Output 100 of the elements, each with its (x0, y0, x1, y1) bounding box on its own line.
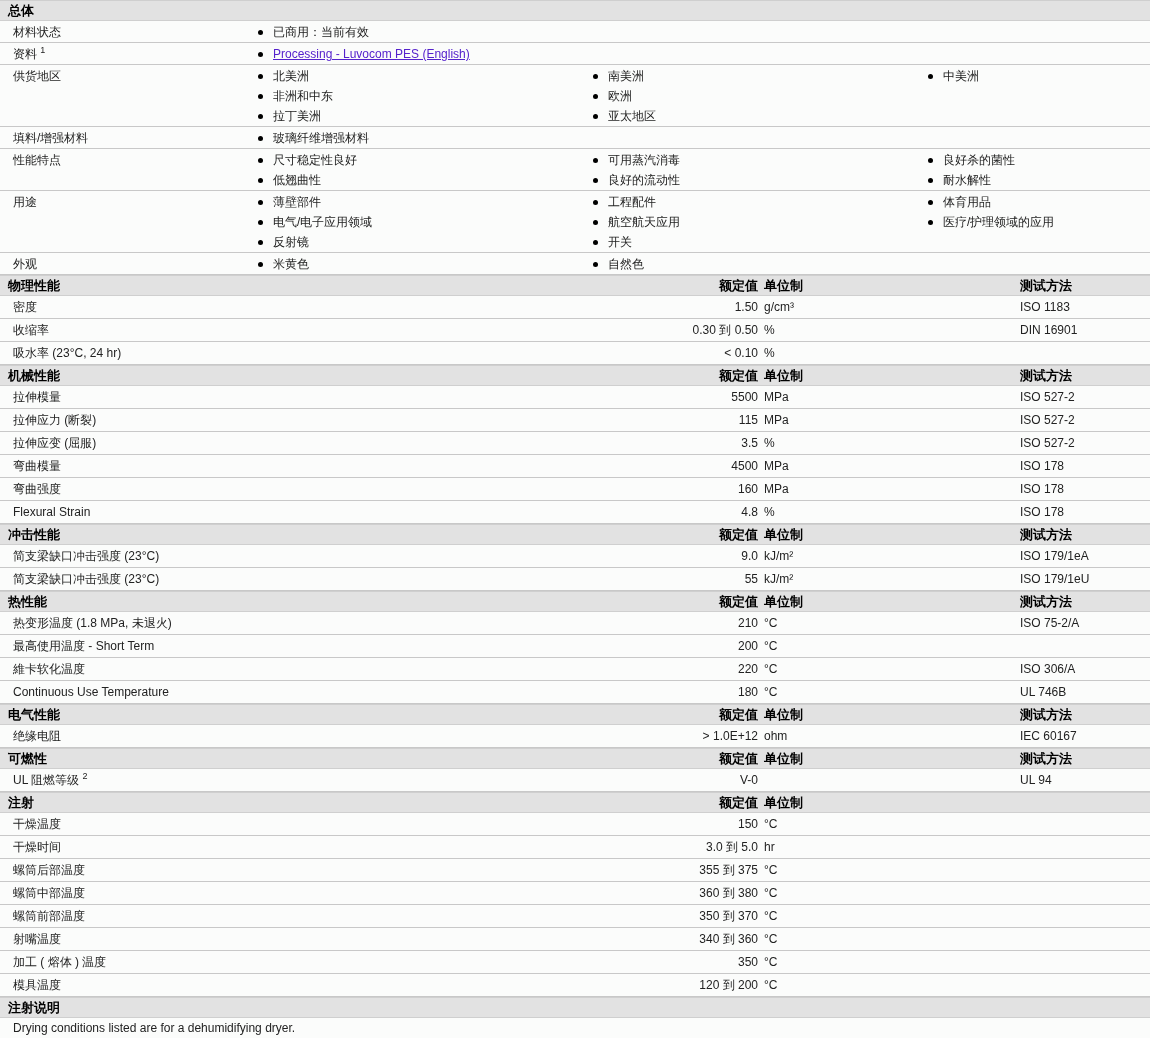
property-label: 热变形温度 (1.8 MPa, 未退火) (12, 615, 172, 631)
section-title: 电气性能 (8, 706, 60, 724)
bullet-icon (593, 73, 598, 79)
property-value: 3.0 到 5.0 (705, 839, 758, 855)
property-label: 资料 $^{1}$ (12, 44, 46, 63)
test-method: ISO 179/1eA (1020, 548, 1089, 564)
bullet-icon (258, 219, 263, 225)
bullet-icon (258, 199, 263, 205)
property-label: 简支梁缺口冲击强度 (23°C) (12, 548, 160, 564)
property-value: 5500 (731, 389, 758, 405)
bullet-icon (593, 177, 598, 183)
property-value: 开关 (608, 233, 632, 251)
column-header: 单位制 (764, 277, 803, 295)
property-label: Continuous Use Temperature (12, 684, 169, 700)
property-value: 9.0 (741, 548, 758, 564)
property-value: 4.8 (741, 504, 758, 520)
bullet-icon (593, 93, 598, 99)
property-label: 螺筒后部温度 (12, 862, 85, 878)
column-header: 单位制 (764, 593, 803, 611)
property-value: 3.5 (741, 435, 758, 451)
column-header: 单位制 (764, 526, 803, 544)
property-value: 自然色 (608, 255, 644, 273)
bullet-icon (258, 177, 263, 183)
bullet-icon (928, 73, 933, 79)
property-value: 欧洲 (608, 87, 632, 105)
property-label: 绝缘电阻 (12, 728, 61, 744)
property-label: 简支梁缺口冲击强度 (23°C) (12, 571, 160, 587)
bullet-icon (928, 199, 933, 205)
property-value: 电气/电子应用领域 (273, 213, 373, 231)
unit-cell: °C (764, 684, 778, 700)
unit-cell: °C (764, 638, 778, 654)
property-value: 150 (737, 816, 758, 832)
property-label: UL 阻燃等级 $^{2}$ (12, 772, 88, 788)
property-value: 180 (737, 684, 758, 700)
property-value: 非洲和中东 (273, 87, 333, 105)
property-label: 拉伸模量 (12, 389, 61, 405)
document-link[interactable]: Processing - Luvocom PES (English) (273, 47, 470, 61)
property-value: V-0 (740, 772, 758, 788)
bullet-icon (928, 219, 933, 225)
property-label: Flexural Strain (12, 504, 91, 520)
bullet-icon (593, 199, 598, 205)
test-method: ISO 178 (1020, 504, 1065, 520)
column-header: 测试方法 (1020, 367, 1072, 385)
property-value: > 1.0E+12 (702, 728, 758, 744)
unit-cell: °C (764, 816, 778, 832)
section-title: 注射说明 (8, 1000, 60, 1015)
property-value: 南美洲 (608, 67, 644, 85)
property-value: 北美洲 (273, 67, 309, 85)
property-label: 外观 (12, 256, 37, 273)
property-value: 340 到 360 (699, 931, 758, 947)
property-value: 350 (737, 954, 758, 970)
property-value: 55 (744, 571, 758, 587)
unit-cell: °C (764, 908, 778, 924)
unit-cell: MPa (764, 389, 789, 405)
property-value: 220 (737, 661, 758, 677)
property-value: 医疗/护理领域的应用 (943, 213, 1055, 231)
unit-cell: % (764, 322, 775, 338)
property-value: 1.50 (734, 299, 758, 315)
test-method: ISO 1183 (1020, 299, 1070, 315)
property-label: 材料状态 (12, 24, 61, 41)
unit-cell: % (764, 504, 775, 520)
unit-cell: °C (764, 931, 778, 947)
property-value: 115 (738, 412, 758, 428)
property-value: 355 到 375 (699, 862, 758, 878)
property-value: 0.30 到 0.50 (692, 322, 758, 338)
column-header: 单位制 (764, 750, 803, 768)
property-label: 干燥温度 (12, 816, 61, 832)
bullet-icon (593, 219, 598, 225)
property-value: 200 (737, 638, 758, 654)
property-label: 射嘴温度 (12, 931, 61, 947)
property-value: 良好的流动性 (608, 171, 680, 189)
bullet-icon (258, 73, 263, 79)
property-value: 玻璃纤维增强材料 (273, 129, 369, 147)
property-value: 350 到 370 (699, 908, 758, 924)
property-value: 反射镜 (273, 233, 309, 251)
column-header: 额定值 (719, 277, 758, 295)
unit-cell: MPa (764, 412, 789, 428)
column-header: 单位制 (764, 367, 803, 385)
bullet-icon (258, 157, 263, 163)
property-value: 可用蒸汽消毒 (608, 151, 680, 169)
test-method: DIN 16901 (1020, 322, 1078, 338)
property-value: 耐水解性 (943, 171, 991, 189)
property-value: 薄壁部件 (273, 193, 321, 211)
property-label: 最高使用温度 - Short Term (12, 638, 155, 654)
property-value: < 0.10 (724, 345, 758, 361)
unit-cell: ohm (764, 728, 788, 744)
property-label: 收缩率 (12, 322, 49, 338)
property-label: 用途 (12, 194, 37, 211)
test-method: ISO 75-2/A (1020, 615, 1080, 631)
property-label: 性能特点 (12, 152, 61, 169)
column-header: 额定值 (719, 526, 758, 544)
column-header: 测试方法 (1020, 526, 1072, 544)
property-label: 密度 (12, 299, 37, 315)
column-header: 单位制 (764, 794, 803, 812)
column-header: 测试方法 (1020, 277, 1072, 295)
property-value: 210 (737, 615, 758, 631)
note-text: Drying conditions listed are for a dehumidifying dryer. (13, 1021, 296, 1035)
column-header: 额定值 (719, 794, 758, 812)
section-title: 热性能 (8, 593, 47, 611)
property-label: 填料/增强材料 (12, 130, 89, 147)
